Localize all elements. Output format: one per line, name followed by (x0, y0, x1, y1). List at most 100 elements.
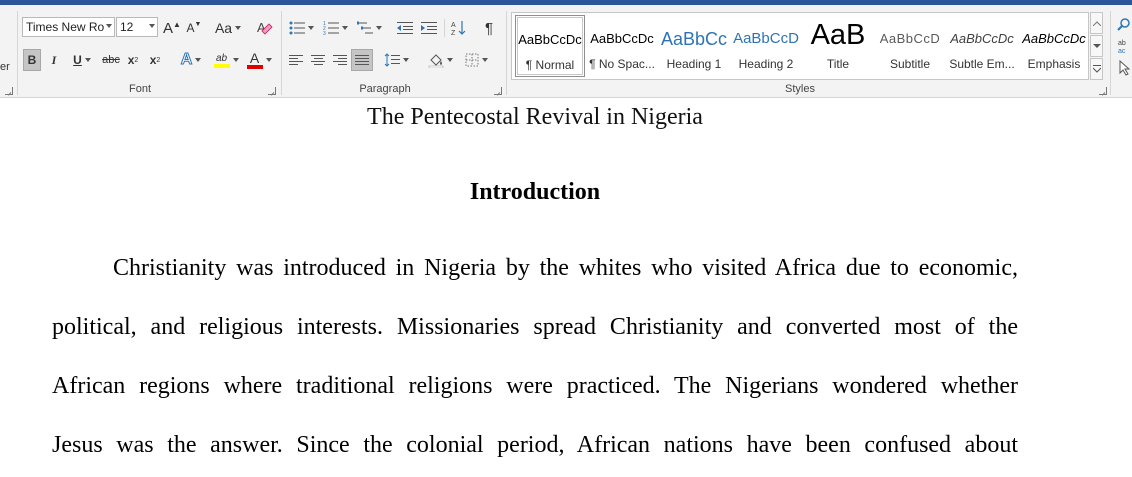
gallery-scroll-down[interactable] (1090, 35, 1103, 57)
style-heading-1-name: Heading 1 (666, 57, 722, 71)
clear-formatting-button[interactable]: A (254, 17, 276, 39)
font-group-label: Font (128, 83, 151, 95)
gallery-more[interactable] (1090, 58, 1103, 80)
style-heading-2-name: Heading 2 (738, 57, 794, 71)
change-case-button[interactable]: Aa (212, 17, 244, 39)
style-subtitle-sample: AaBbCcD (879, 31, 941, 46)
clipboard-partial-label: er (0, 61, 10, 73)
sort-icon: AZ (451, 21, 466, 36)
style-no-spacing[interactable]: AaBbCcDc ¶ No Spac... (587, 15, 657, 77)
style-subtle-emphasis-name: Subtle Em... (949, 57, 1015, 71)
paragraph-dialog-launcher[interactable] (494, 87, 502, 95)
font-color-swatch (246, 64, 263, 69)
text-effects-button[interactable]: A (176, 49, 206, 71)
increase-indent-icon (421, 22, 437, 34)
body-line: African regions where traditional religi… (52, 373, 1018, 399)
subscript-icon: x (127, 53, 135, 67)
separator (1110, 11, 1111, 95)
font-size-value: 12 (120, 20, 134, 34)
highlighter-icon: ab (215, 52, 228, 64)
decrease-indent-icon (397, 22, 413, 34)
decrease-indent-button[interactable] (394, 17, 416, 39)
find-button[interactable] (1116, 13, 1132, 35)
style-no-spacing-sample: AaBbCcDc (590, 31, 654, 46)
change-case-icon: Aa (214, 20, 233, 36)
multilevel-list-button[interactable] (354, 17, 384, 39)
strikethrough-icon: abc (102, 54, 120, 66)
sort-button[interactable]: AZ (448, 17, 470, 39)
section-heading: Introduction (469, 179, 601, 205)
styles-dialog-launcher[interactable] (1099, 87, 1107, 95)
font-name-combo[interactable]: Times New Ro (22, 17, 115, 37)
bullets-button[interactable] (286, 17, 316, 39)
document-page[interactable]: The Pentecostal Revival in Nigeria Intro… (0, 99, 1132, 477)
separator (506, 11, 507, 95)
style-title-name: Title (826, 57, 850, 71)
style-subtle-emphasis-sample: AaBbCcDc (950, 31, 1014, 46)
align-left-button[interactable] (286, 49, 306, 71)
numbering-button[interactable]: 123 (320, 17, 350, 39)
svg-text:ab: ab (1118, 40, 1126, 47)
style-emphasis[interactable]: AaBbCcDc Emphasis (1019, 15, 1089, 77)
borders-button[interactable] (460, 49, 492, 71)
style-subtitle[interactable]: AaBbCcD Subtitle (875, 15, 945, 77)
style-subtle-emphasis[interactable]: AaBbCcDc Subtle Em... (947, 15, 1017, 77)
svg-text:Z: Z (451, 30, 456, 36)
style-normal[interactable]: AaBbCcDc ¶ Normal (515, 15, 585, 77)
style-heading-2[interactable]: AaBbCcD Heading 2 (731, 15, 801, 77)
gallery-scroll-up[interactable] (1090, 12, 1103, 34)
chevron-down-icon[interactable] (149, 24, 155, 28)
paint-bucket-icon (428, 54, 443, 68)
style-heading-1[interactable]: AaBbCc Heading 1 (659, 15, 729, 77)
body-line: Jesus was the answer. Since the colonial… (52, 432, 1018, 458)
borders-icon (465, 53, 478, 67)
style-subtitle-name: Subtitle (889, 57, 931, 71)
body-line: Christianity was introduced in Nigeria b… (113, 255, 1018, 281)
superscript-button[interactable]: x2 (146, 49, 164, 71)
font-color-icon: A (249, 49, 260, 66)
font-color-button[interactable]: A (244, 49, 274, 71)
text-effects-icon: A (180, 51, 193, 69)
separator (281, 11, 282, 95)
font-dialog-launcher[interactable] (268, 87, 276, 95)
svg-text:A: A (451, 22, 456, 29)
style-title-sample: AaB (810, 21, 866, 49)
pilcrow-icon: ¶ (484, 19, 494, 37)
bold-button[interactable]: B (23, 49, 41, 71)
align-right-button[interactable] (330, 49, 350, 71)
shrink-font-button[interactable]: A ▼ (184, 17, 204, 39)
font-size-combo[interactable]: 12 (116, 17, 158, 37)
subscript-button[interactable]: x2 (124, 49, 142, 71)
underline-button[interactable]: U (67, 49, 97, 71)
numbering-icon: 123 (323, 21, 339, 35)
grow-font-button[interactable]: A ▲ (162, 17, 182, 39)
replace-button[interactable]: ab ac (1116, 35, 1132, 57)
show-formatting-button[interactable]: ¶ (478, 17, 500, 39)
style-no-spacing-name: ¶ No Spac... (589, 57, 655, 71)
align-center-button[interactable] (308, 49, 328, 71)
align-center-icon (311, 55, 325, 65)
strikethrough-button[interactable]: abc (100, 49, 122, 71)
justify-icon (355, 55, 369, 65)
shading-button[interactable] (424, 49, 456, 71)
superscript-digit: 2 (156, 56, 161, 64)
bullets-icon (289, 21, 305, 35)
align-left-icon (289, 55, 303, 65)
italic-icon: I (51, 52, 57, 67)
superscript-icon: x (149, 53, 157, 67)
highlight-button[interactable]: ab (210, 49, 242, 71)
italic-button[interactable]: I (45, 49, 63, 71)
style-title[interactable]: AaB Title (803, 15, 873, 77)
justify-button[interactable] (351, 49, 373, 71)
style-emphasis-sample: AaBbCcDc (1022, 31, 1086, 46)
chevron-down-icon[interactable] (106, 24, 112, 28)
clipboard-launcher[interactable] (5, 87, 13, 95)
clear-formatting-icon: A (257, 20, 273, 35)
select-button[interactable] (1116, 57, 1132, 79)
increase-indent-button[interactable] (418, 17, 440, 39)
svg-text:3: 3 (323, 31, 326, 35)
line-spacing-button[interactable] (380, 49, 412, 71)
style-normal-name: ¶ Normal (525, 58, 575, 72)
cursor-arrow-icon (1119, 60, 1130, 76)
styles-gallery: AaBbCcDc ¶ Normal AaBbCcDc ¶ No Spac... … (511, 12, 1089, 80)
